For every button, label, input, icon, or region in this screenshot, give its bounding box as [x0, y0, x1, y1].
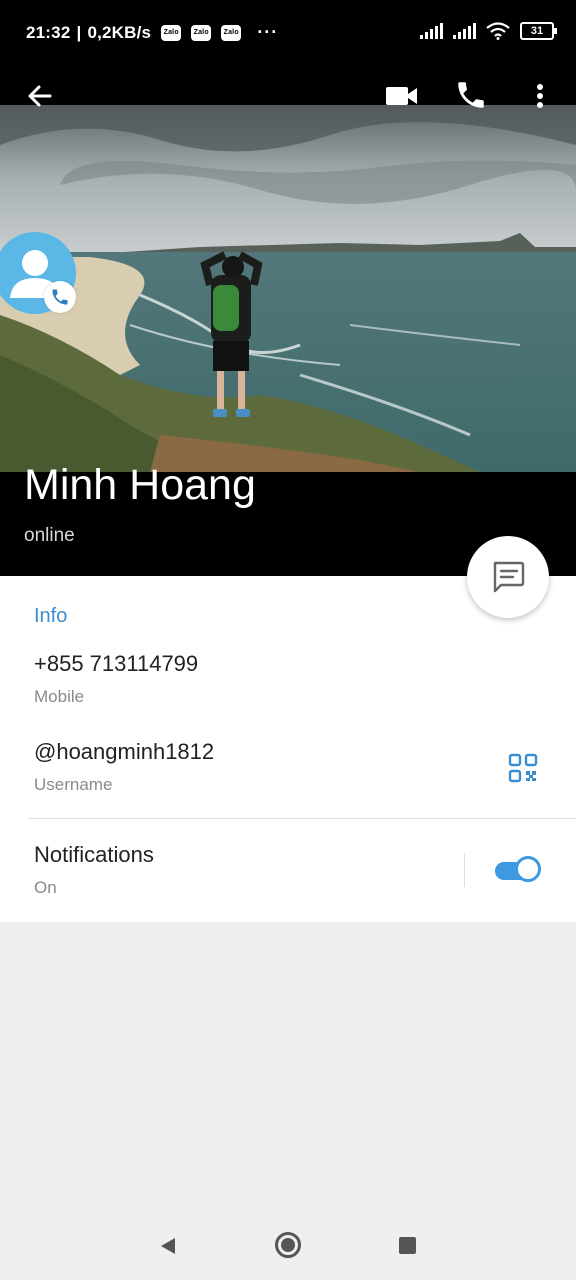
username[interactable]: @hoangminh1812 — [34, 739, 214, 765]
profile-status: online — [24, 525, 75, 546]
wifi-icon — [486, 22, 510, 40]
phone-label: Mobile — [34, 687, 85, 706]
profile-cover-photo — [0, 105, 576, 472]
phone-number[interactable]: +855 713114799 — [34, 651, 198, 677]
network-speed: 0,2KB/s — [87, 22, 152, 42]
phone-icon — [458, 82, 484, 108]
qr-code-icon — [508, 753, 538, 783]
video-call-button[interactable] — [384, 82, 420, 110]
zalo-notification-icon: Zalo — [161, 24, 182, 41]
battery-level: 31 — [530, 25, 544, 37]
nav-recents-button[interactable] — [399, 1237, 416, 1254]
username-label: Username — [34, 775, 113, 794]
divider — [464, 853, 465, 887]
zalo-notification-icon: Zalo — [191, 24, 212, 41]
back-arrow-icon — [28, 85, 52, 107]
notifications-label[interactable]: Notifications — [34, 842, 154, 868]
more-options-button[interactable] — [528, 80, 552, 112]
nav-back-icon — [161, 1238, 175, 1254]
more-notifications-icon: ··· — [257, 22, 279, 42]
divider — [28, 818, 576, 819]
message-icon — [493, 561, 525, 593]
voice-call-button[interactable] — [454, 78, 488, 112]
notifications-state: On — [34, 878, 57, 897]
video-camera-icon — [386, 87, 417, 105]
nav-home-icon — [281, 1238, 295, 1252]
qr-code-button[interactable] — [508, 753, 538, 783]
notifications-toggle[interactable] — [495, 855, 545, 885]
profile-name: Minh Hoang — [24, 461, 256, 509]
battery-icon: 31 — [520, 22, 557, 40]
back-button[interactable] — [24, 80, 56, 112]
call-badge — [44, 281, 76, 313]
info-section-title: Info — [34, 605, 68, 627]
status-time: 21:32 — [26, 22, 71, 42]
phone-badge-icon — [52, 289, 68, 305]
signal-icon — [420, 23, 443, 39]
toggle-knob — [515, 856, 541, 882]
status-bar: 21:32 | 0,2KB/s Zalo Zalo Zalo ··· 31 — [0, 0, 576, 70]
toolbar — [0, 70, 576, 106]
more-vert-icon — [537, 84, 543, 108]
nav-home-button[interactable] — [275, 1232, 301, 1258]
send-message-button[interactable] — [467, 536, 549, 618]
signal-icon — [453, 23, 476, 39]
nav-back-button[interactable] — [158, 1236, 178, 1261]
zalo-notification-icon: Zalo — [221, 24, 242, 41]
